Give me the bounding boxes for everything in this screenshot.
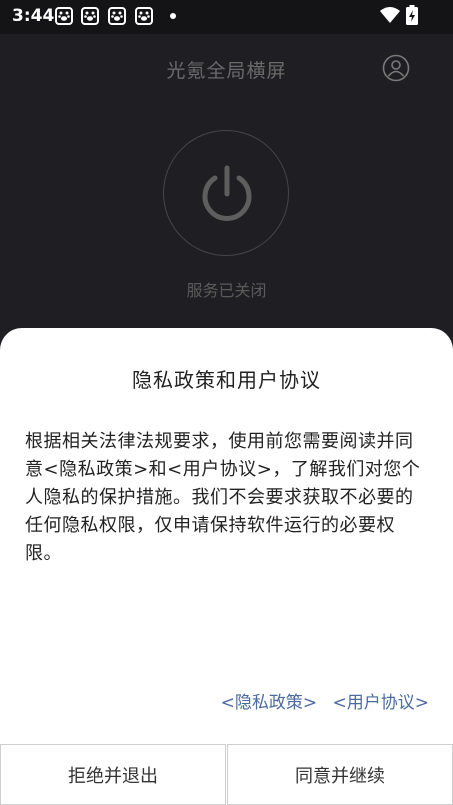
power-toggle-button[interactable] [163, 130, 289, 256]
policy-links: <隐私政策> <用户协议> [211, 688, 429, 713]
privacy-policy-link[interactable]: <隐私政策> [221, 693, 318, 713]
wifi-icon [380, 6, 400, 28]
service-status-label: 服务已关闭 [186, 281, 267, 300]
status-time: 3:44 [12, 6, 55, 26]
dialog-body-text: 根据相关法律法规要求，使用前您需要阅读并同意<隐私政策>和<用户协议>，了解我们… [25, 431, 421, 564]
battery-charging-icon [406, 5, 418, 29]
user-agreement-link[interactable]: <用户协议> [333, 693, 430, 713]
privacy-dialog: 隐私政策和用户协议 根据相关法律法规要求，使用前您需要阅读并同意<隐私政策>和<… [0, 328, 453, 805]
dialog-title: 隐私政策和用户协议 [132, 368, 321, 392]
status-bar: 3:44 [0, 0, 453, 34]
dialog-button-row: 拒绝并退出 同意并继续 [0, 744, 453, 805]
paw-notification-icon [81, 7, 99, 25]
paw-notification-icon [108, 7, 126, 25]
more-notifications-dot [170, 13, 176, 19]
paw-notification-icon [135, 7, 153, 25]
power-icon [195, 162, 259, 230]
reject-exit-button[interactable]: 拒绝并退出 [0, 744, 226, 805]
agree-continue-button[interactable]: 同意并继续 [227, 744, 453, 805]
paw-notification-icon [55, 7, 73, 25]
user-profile-icon[interactable] [382, 54, 410, 86]
